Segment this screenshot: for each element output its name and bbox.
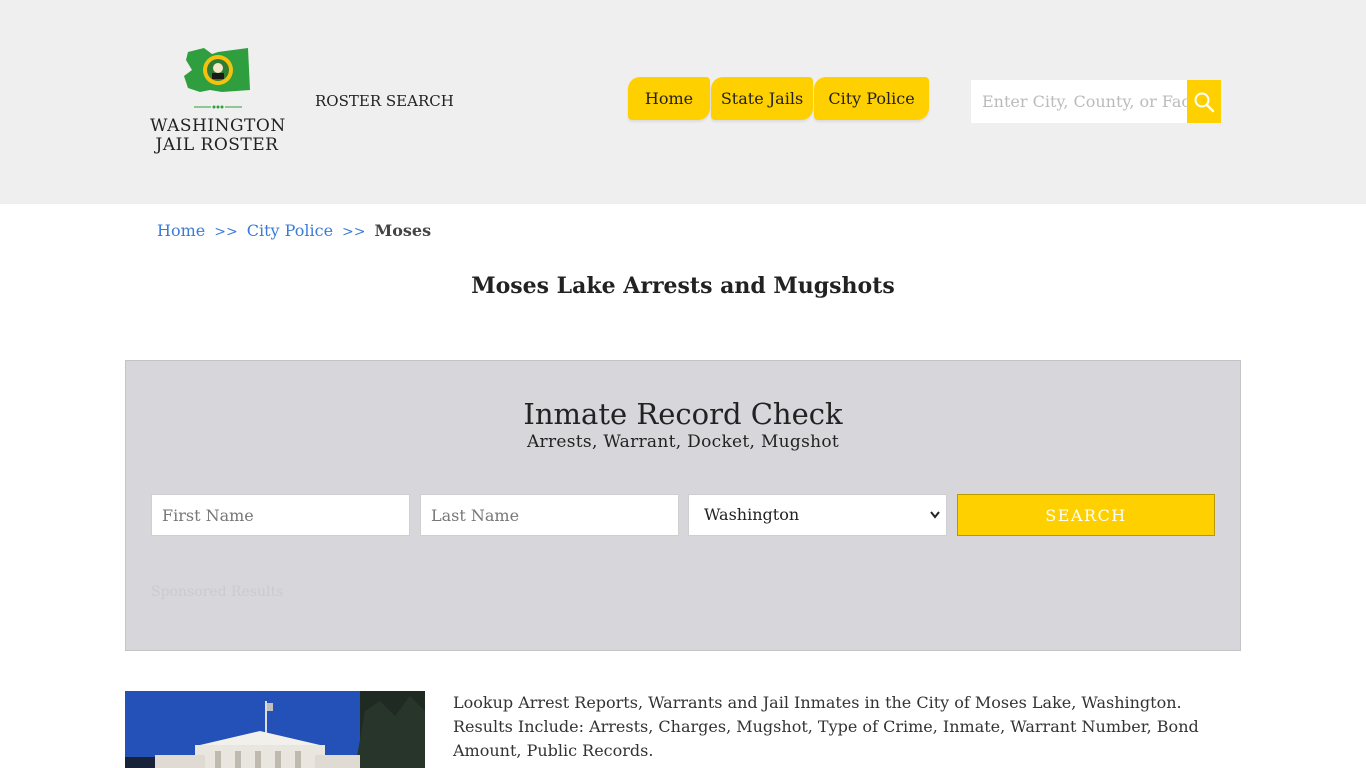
- last-name-input[interactable]: [420, 494, 679, 536]
- first-name-input[interactable]: [151, 494, 410, 536]
- breadcrumb-current: Moses: [374, 221, 432, 240]
- site-search-input[interactable]: [971, 80, 1187, 123]
- panel-title: Inmate Record Check: [523, 397, 843, 431]
- logo-divider: [194, 105, 242, 109]
- logo-text-line2: JAIL ROSTER: [155, 135, 279, 155]
- building-image: [125, 691, 425, 768]
- intro-text: Lookup Arrest Reports, Warrants and Jail…: [453, 693, 1199, 760]
- breadcrumb-home[interactable]: Home: [157, 221, 205, 240]
- logo-text-line1: WASHINGTON: [150, 116, 286, 136]
- nav-state-jails[interactable]: State Jails: [711, 77, 813, 120]
- washington-state-icon: [184, 48, 250, 92]
- site-search: [971, 80, 1221, 123]
- breadcrumb: Home >> City Police >> Moses: [157, 221, 431, 240]
- page-title: Moses Lake Arrests and Mugshots: [471, 273, 895, 299]
- search-button[interactable]: [1187, 80, 1221, 123]
- state-select[interactable]: Washington: [688, 494, 947, 536]
- site-logo[interactable]: WASHINGTON JAIL ROSTER: [150, 46, 286, 158]
- search-icon: [1194, 92, 1215, 112]
- roster-search-link[interactable]: ROSTER SEARCH: [315, 92, 454, 110]
- inmate-record-check-panel: Inmate Record Check Arrests, Warrant, Do…: [125, 360, 1241, 651]
- search-submit-button[interactable]: SEARCH: [957, 494, 1215, 536]
- sponsored-results-label: Sponsored Results: [151, 584, 284, 600]
- breadcrumb-separator: >>: [214, 224, 238, 240]
- breadcrumb-separator: >>: [342, 224, 366, 240]
- city-hall-photo: [125, 691, 425, 768]
- chevron-down-icon: [930, 511, 940, 519]
- site-header: WASHINGTON JAIL ROSTER ROSTER SEARCH Hom…: [0, 0, 1366, 204]
- state-select-value: Washington: [704, 505, 800, 524]
- breadcrumb-city-police[interactable]: City Police: [247, 221, 333, 240]
- nav-city-police[interactable]: City Police: [814, 77, 929, 120]
- panel-subtitle: Arrests, Warrant, Docket, Mugshot: [526, 432, 840, 452]
- nav-home[interactable]: Home: [628, 77, 710, 120]
